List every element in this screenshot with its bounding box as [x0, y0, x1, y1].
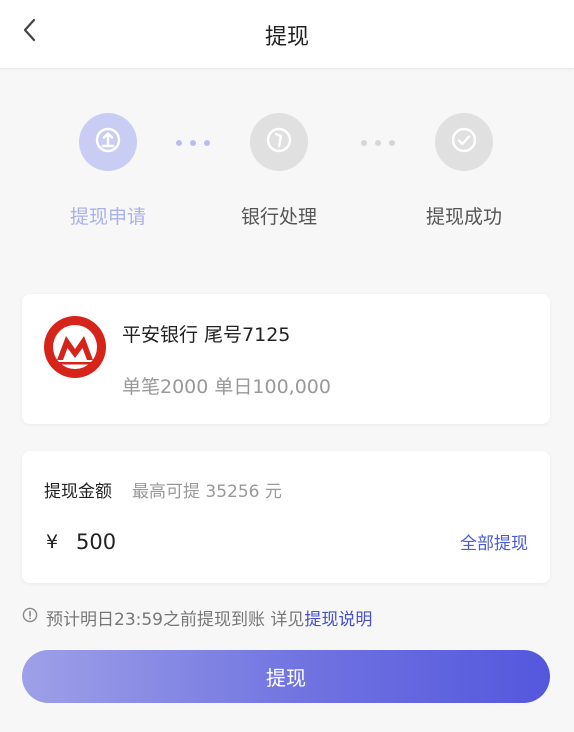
step-connector-1 [176, 140, 210, 146]
upload-icon [93, 125, 123, 159]
withdraw-all-button[interactable]: 全部提现 [460, 529, 528, 554]
bank-logo-icon [44, 316, 106, 378]
bank-card[interactable]: 平安银行 尾号7125 单笔2000 单日100,000 [22, 294, 550, 424]
tip-text: 预计明日23:59之前提现到账 详见 [46, 609, 305, 630]
step-3-label: 提现成功 [425, 206, 502, 228]
check-icon [449, 125, 479, 159]
bank-name: 平安银行 尾号7125 [122, 324, 291, 346]
step-3-circle [435, 113, 493, 171]
page-title: 提现 [264, 25, 309, 50]
step-2-label: 银行处理 [240, 206, 317, 228]
currency-symbol: ¥ [46, 531, 59, 553]
step-connector-2 [361, 140, 395, 146]
amount-label: 提现金额 [44, 482, 112, 502]
amount-card: 提现金额 最高可提 35256 元 ¥ 全部提现 [22, 451, 550, 583]
step-2-circle [250, 113, 308, 171]
clock-icon [264, 125, 294, 159]
step-1-circle [79, 113, 137, 171]
step-1-label: 提现申请 [69, 206, 146, 228]
info-icon [22, 607, 38, 627]
max-withdraw-text: 最高可提 35256 元 [132, 482, 282, 502]
bank-limit: 单笔2000 单日100,000 [122, 376, 331, 398]
withdraw-info-link[interactable]: 提现说明 [304, 605, 372, 630]
progress-steps: 提现申请 银行处理 提现成功 [0, 100, 574, 240]
withdraw-submit-button[interactable]: 提现 [22, 650, 550, 703]
top-navigation-bar: 提现 [0, 0, 574, 69]
arrival-tip: 预计明日23:59之前提现到账 详见 提现说明 [22, 605, 372, 630]
amount-input[interactable] [76, 525, 376, 559]
